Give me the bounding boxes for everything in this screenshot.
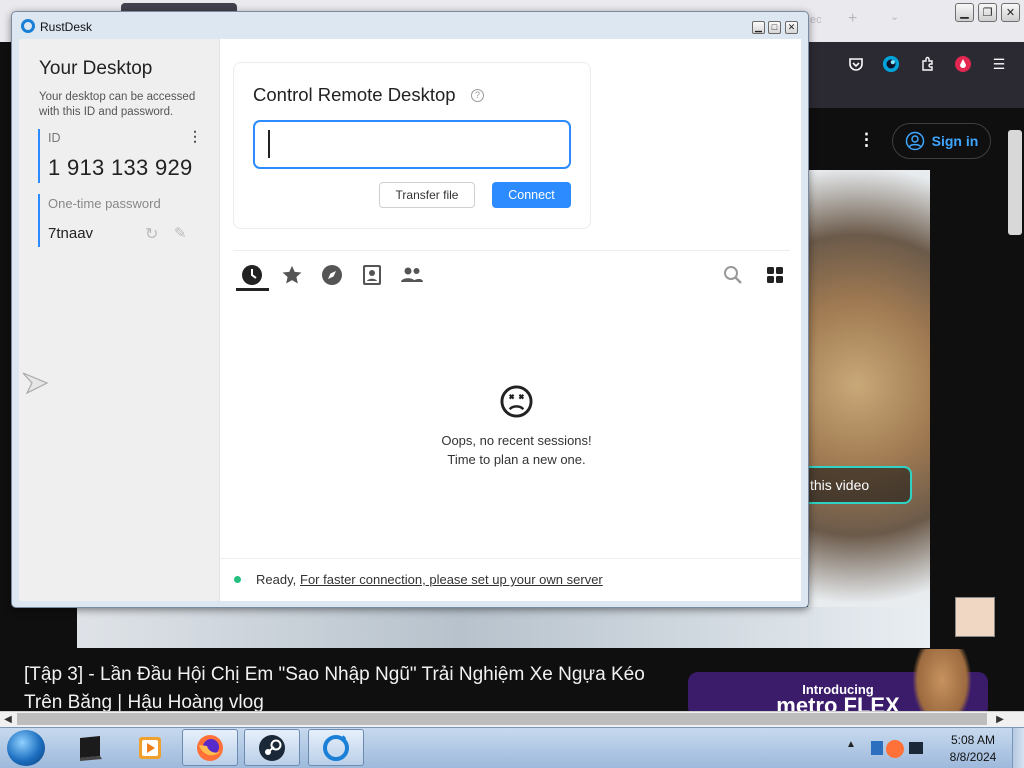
- youtube-video-title: [Tập 3] - Lần Đầu Hội Chị Em "Sao Nhập N…: [24, 664, 645, 713]
- youtube-channel-thumbnail[interactable]: [955, 597, 995, 637]
- extensions-icon[interactable]: [919, 55, 937, 73]
- youtube-cta-label: this video: [810, 477, 870, 493]
- help-icon[interactable]: ?: [471, 89, 484, 102]
- grid-view-button[interactable]: [763, 263, 787, 287]
- browser-toolbar: [808, 42, 1024, 108]
- id-accent-bar: [38, 129, 40, 183]
- address-book-icon: [363, 265, 381, 285]
- id-label: ID: [48, 131, 61, 145]
- horizontal-scrollbar-thumb[interactable]: [17, 713, 987, 725]
- people-icon: [401, 267, 423, 282]
- tab-group[interactable]: [400, 263, 424, 287]
- tab-discovered[interactable]: [320, 263, 344, 287]
- youtube-video-player[interactable]: [808, 170, 930, 648]
- taskbar-app-steam[interactable]: [244, 729, 300, 766]
- youtube-signin-button[interactable]: Sign in: [892, 123, 991, 159]
- clock-time[interactable]: 5:08 AM: [944, 733, 1002, 747]
- taskbar-app-firefox[interactable]: [182, 729, 238, 766]
- password-accent-bar: [38, 194, 40, 247]
- page-scrollbar-thumb[interactable]: [1008, 130, 1022, 235]
- tab-recent-sessions[interactable]: [240, 263, 264, 287]
- window-title: RustDesk: [40, 20, 93, 34]
- steam-icon: [259, 734, 285, 761]
- id-options-kebab-icon[interactable]: ⋮: [188, 128, 202, 145]
- show-hidden-icons-icon[interactable]: ▲: [846, 739, 856, 750]
- remote-id-input[interactable]: [253, 120, 571, 169]
- control-remote-title: Control Remote Desktop: [253, 84, 456, 105]
- taskbar-app-media-player[interactable]: [122, 729, 178, 766]
- pocket-icon[interactable]: [847, 55, 865, 73]
- account-avatar-icon[interactable]: [882, 55, 900, 73]
- browser-tab-hint: ec: [810, 14, 822, 26]
- tray-icons[interactable]: [866, 729, 932, 766]
- rustdesk-titlebar[interactable]: [11, 11, 809, 39]
- youtube-cta-button[interactable]: this video: [800, 466, 912, 504]
- empty-state-line-2: Time to plan a new one.: [447, 452, 586, 467]
- compass-icon: [322, 265, 342, 285]
- password-value[interactable]: 7tnaav: [48, 225, 93, 242]
- your-desktop-panel: [19, 39, 220, 601]
- user-circle-icon: [905, 131, 924, 151]
- menu-icon[interactable]: ☰: [990, 55, 1008, 73]
- sad-face-icon: [500, 385, 533, 418]
- youtube-settings-kebab-icon[interactable]: ⋮: [858, 130, 875, 150]
- rustdesk-maximize-button[interactable]: □: [768, 21, 781, 34]
- taskbar-app-explorer[interactable]: [62, 729, 118, 766]
- browser-minimize-button[interactable]: ▁: [955, 3, 974, 22]
- youtube-video-frame: [77, 607, 930, 648]
- rustdesk-minimize-button[interactable]: ▁: [752, 21, 765, 34]
- edit-password-icon[interactable]: ✎: [174, 224, 187, 242]
- scroll-right-icon[interactable]: ▶: [992, 711, 1008, 727]
- transfer-file-button[interactable]: Transfer file: [379, 182, 475, 208]
- status-dot-icon: [234, 576, 241, 583]
- browser-close-button[interactable]: ✕: [1001, 3, 1020, 22]
- status-ready-text: Ready,: [256, 572, 297, 587]
- search-icon: [724, 266, 742, 284]
- new-tab-icon[interactable]: +: [848, 10, 857, 28]
- your-desktop-description: Your desktop can be accessed with this I…: [39, 91, 196, 118]
- taskbar-app-rustdesk[interactable]: [308, 729, 364, 766]
- password-label: One-time password: [48, 196, 161, 211]
- addon-icon[interactable]: [954, 55, 972, 73]
- rustdesk-icon: [323, 734, 349, 761]
- id-value[interactable]: 1 913 133 929: [48, 155, 193, 181]
- empty-state-line-1: Oops, no recent sessions!: [441, 433, 592, 448]
- grid-icon: [767, 267, 783, 283]
- tray-icons-icon: [871, 739, 923, 758]
- youtube-signin-label: Sign in: [931, 133, 979, 149]
- browser-restore-button[interactable]: ❐: [978, 3, 997, 22]
- section-divider: [233, 250, 790, 251]
- connect-button[interactable]: Connect: [492, 182, 571, 208]
- active-tab-indicator: [236, 288, 269, 291]
- rustdesk-close-button[interactable]: ✕: [785, 21, 798, 34]
- text-caret: [268, 130, 270, 158]
- start-button[interactable]: [7, 730, 45, 766]
- clock-date[interactable]: 8/8/2024: [944, 750, 1002, 764]
- scroll-left-icon[interactable]: ◀: [0, 711, 16, 727]
- setup-server-link[interactable]: For faster connection, please set up you…: [300, 572, 603, 587]
- tab-address-book[interactable]: [360, 263, 384, 287]
- tab-favorites[interactable]: [280, 263, 304, 287]
- clock-icon: [242, 265, 262, 285]
- tab-list-chevron-icon[interactable]: ⌄: [890, 10, 899, 23]
- search-button[interactable]: [721, 263, 745, 287]
- send-icon: [22, 372, 49, 395]
- rustdesk-logo-icon: [21, 19, 35, 33]
- refresh-password-icon[interactable]: ↻: [145, 224, 158, 244]
- monitor-icon: [80, 735, 102, 761]
- media-player-icon: [139, 736, 161, 759]
- your-desktop-title: Your Desktop: [39, 58, 153, 79]
- star-icon: [282, 265, 302, 284]
- show-desktop-button[interactable]: [1012, 728, 1024, 768]
- firefox-icon: [197, 734, 223, 761]
